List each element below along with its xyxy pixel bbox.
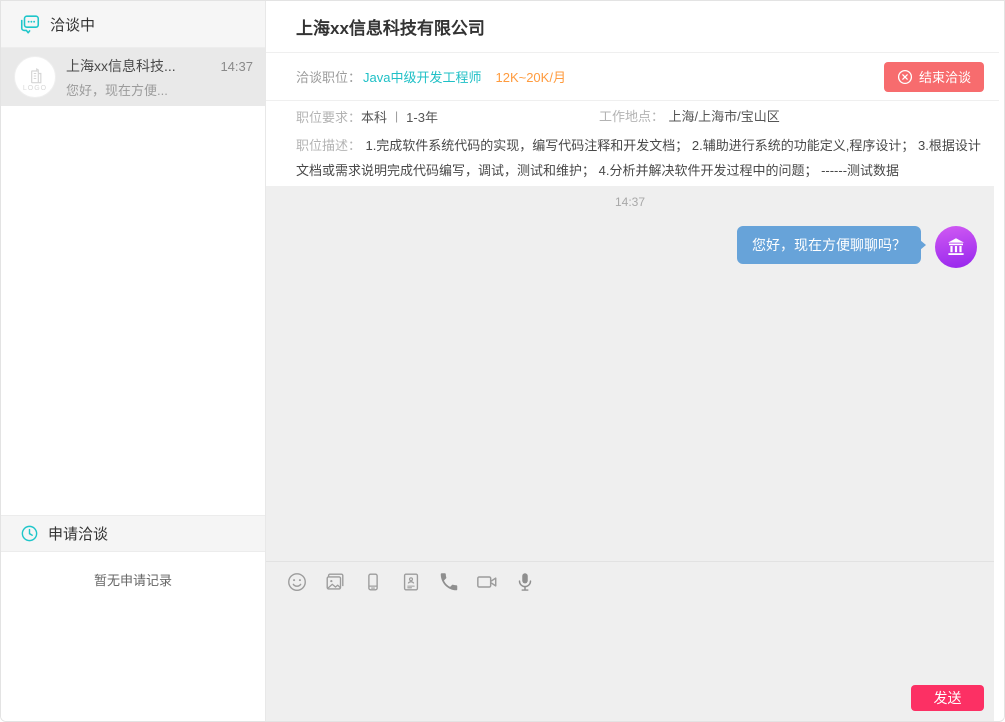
company-header: 上海xx信息科技有限公司 xyxy=(266,1,999,53)
sidebar-section-title: 洽谈中 xyxy=(50,14,95,35)
clock-icon xyxy=(19,524,39,544)
user-avatar xyxy=(935,226,977,268)
microphone-icon[interactable] xyxy=(513,570,537,594)
message-timestamp: 14:37 xyxy=(266,186,994,209)
outgoing-message-bubble: 您好，现在方便聊聊吗？ xyxy=(737,226,921,264)
company-logo-avatar: LOGO xyxy=(14,56,56,98)
message-input[interactable] xyxy=(266,601,994,679)
message-history[interactable]: 14:37 您好，现在方便聊聊吗？ xyxy=(266,186,994,561)
logo-placeholder-text: LOGO xyxy=(23,85,47,92)
separator: | xyxy=(395,109,398,123)
chat-area: 14:37 您好，现在方便聊聊吗？ xyxy=(266,186,994,721)
location-label: 工作地点： xyxy=(599,109,664,124)
sidebar-empty-space xyxy=(1,106,265,515)
job-title-link[interactable]: Java中级开发工程师 xyxy=(363,67,481,86)
send-button[interactable]: 发送 xyxy=(911,685,984,711)
building-logo-icon xyxy=(25,66,45,86)
bank-building-icon xyxy=(944,235,968,259)
scrollbar-track xyxy=(999,186,1004,721)
job-position-label: 洽谈职位： xyxy=(296,67,361,86)
chat-bubbles-icon xyxy=(19,13,41,35)
end-negotiation-label: 结束洽谈 xyxy=(919,67,971,86)
job-description-row: 职位描述： 1.完成软件系统代码的实现，编写代码注释和开发文档； 2.辅助进行系… xyxy=(266,131,999,186)
emoji-icon[interactable] xyxy=(285,570,309,594)
job-salary: 12K~20K/月 xyxy=(495,67,565,86)
location-value: 上海/上海市/宝山区 xyxy=(668,109,779,124)
message-row: 您好，现在方便聊聊吗？ xyxy=(266,226,994,268)
apply-empty-text: 暂无申请记录 xyxy=(94,573,172,588)
conversation-preview: 您好，现在方便... xyxy=(66,80,253,99)
company-name: 上海xx信息科技有限公司 xyxy=(296,14,485,39)
sidebar-section-negotiating: 洽谈中 xyxy=(1,1,265,48)
main-panel: 上海xx信息科技有限公司 洽谈职位： Java中级开发工程师 12K~20K/月… xyxy=(266,1,999,721)
composer-toolbar xyxy=(266,561,994,601)
conversation-time: 14:37 xyxy=(220,59,253,74)
description-label: 职位描述： xyxy=(296,138,361,153)
end-negotiation-button[interactable]: 结束洽谈 xyxy=(884,62,984,92)
resume-card-icon[interactable] xyxy=(399,570,423,594)
description-text: 1.完成软件系统代码的实现，编写代码注释和开发文档； 2.辅助进行系统的功能定义… xyxy=(296,138,981,178)
sidebar-section-apply: 申请洽谈 xyxy=(1,515,265,552)
requirements-label: 职位要求： xyxy=(296,107,361,126)
education-value: 本科 xyxy=(361,107,387,126)
composer: 发送 xyxy=(266,601,994,721)
apply-section-title: 申请洽谈 xyxy=(48,523,108,544)
chat-app-window: 洽谈中 LOGO 上海xx信息科技... 14:37 xyxy=(0,0,1005,722)
image-icon[interactable] xyxy=(323,570,347,594)
phone-call-icon[interactable] xyxy=(437,570,461,594)
apply-empty-area: 暂无申请记录 xyxy=(1,552,265,721)
circle-x-icon xyxy=(897,69,913,85)
sidebar: 洽谈中 LOGO 上海xx信息科技... 14:37 xyxy=(1,1,266,721)
mobile-phone-icon[interactable] xyxy=(361,570,385,594)
experience-value: 1-3年 xyxy=(406,107,438,126)
conversation-list-item[interactable]: LOGO 上海xx信息科技... 14:37 您好，现在方便... xyxy=(1,48,265,106)
conversation-name: 上海xx信息科技... xyxy=(66,56,176,76)
job-bar: 洽谈职位： Java中级开发工程师 12K~20K/月 结束洽谈 xyxy=(266,53,999,101)
video-call-icon[interactable] xyxy=(475,570,499,594)
job-requirements-row: 职位要求： 本科 | 1-3年 工作地点： 上海/上海市/宝山区 xyxy=(266,101,999,131)
